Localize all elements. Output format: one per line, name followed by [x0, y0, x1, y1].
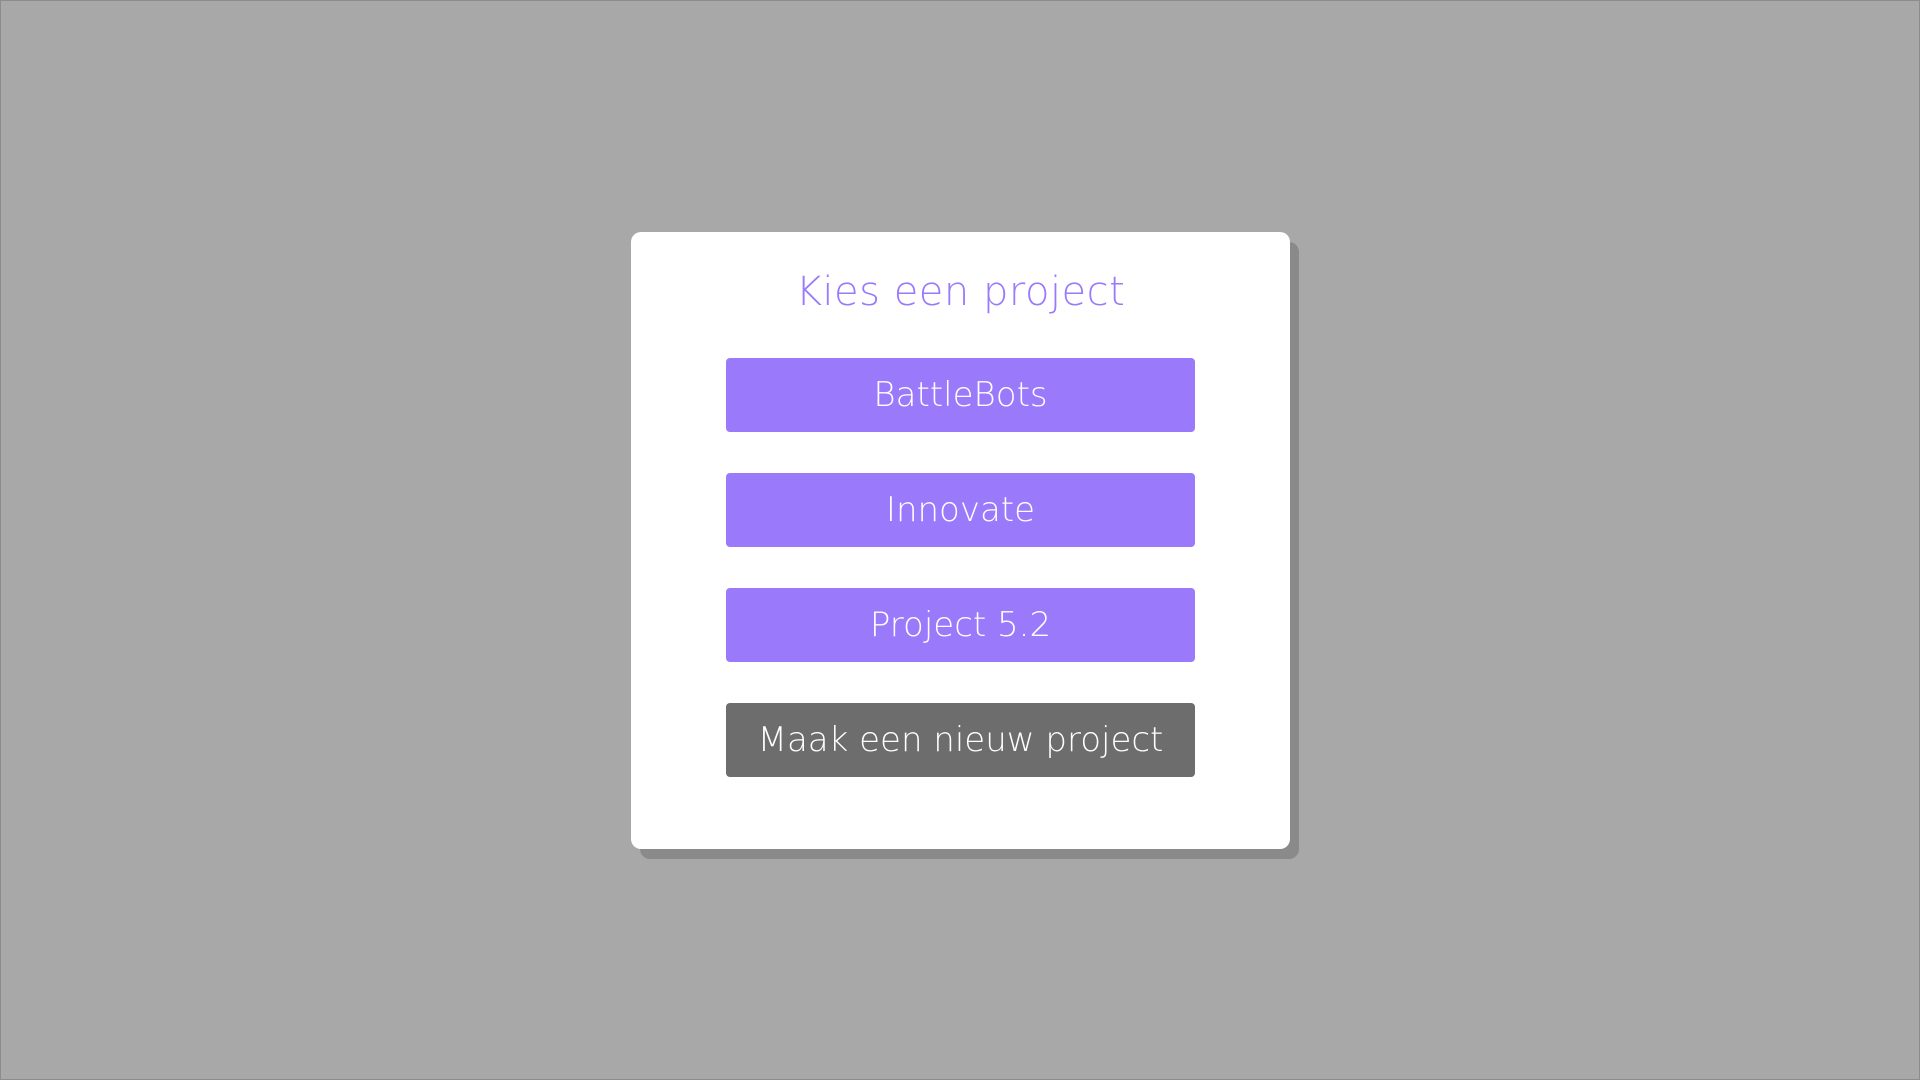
dialog-title: Kies een project: [795, 269, 1126, 315]
project-button-innovate[interactable]: Innovate: [726, 473, 1195, 547]
project-button-battlebots[interactable]: BattleBots: [726, 358, 1195, 432]
project-picker-dialog: Kies een project BattleBots Innovate Pro…: [631, 232, 1290, 849]
new-project-button[interactable]: Maak een nieuw project: [726, 703, 1195, 777]
project-button-project-5-2[interactable]: Project 5.2: [726, 588, 1195, 662]
